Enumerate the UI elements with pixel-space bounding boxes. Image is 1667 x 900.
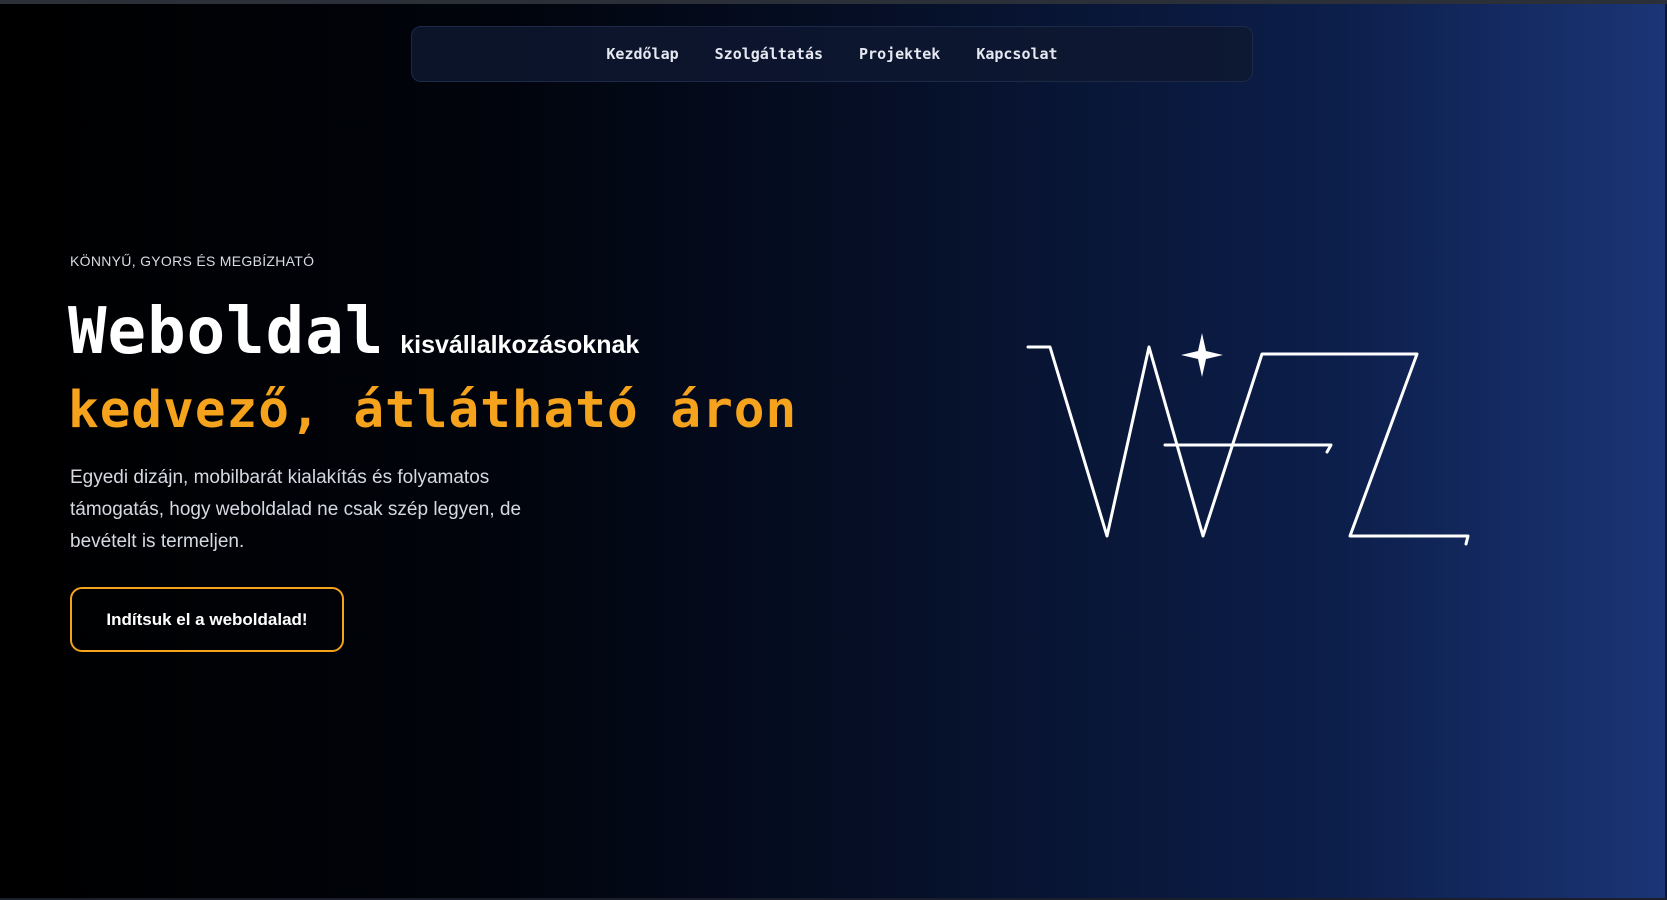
nav-link-services[interactable]: Szolgáltatás [715,45,823,63]
hero-title-sub: kisvállalkozásoknak [400,331,640,359]
logo-f-crossbar [1163,443,1333,454]
hero-headline: Weboldal kisvállalkozásoknak [68,300,639,364]
top-navbar: Kezdőlap Szolgáltatás Projektek Kapcsola… [411,26,1253,82]
window-top-strip [0,0,1667,4]
hero-page: Kezdőlap Szolgáltatás Projektek Kapcsola… [0,0,1667,900]
hero-title-main: Weboldal [68,295,385,369]
hero-eyebrow: KÖNNYŰ, GYORS ÉS MEGBÍZHATÓ [70,253,315,269]
logo-sparkle-star [1181,333,1223,377]
hero-description: Egyedi dizájn, mobilbarát kialakítás és … [70,467,522,552]
cta-start-website-button[interactable]: Indítsuk el a weboldalad! [70,587,344,652]
nav-link-projects[interactable]: Projektek [859,45,940,63]
nav-link-contact[interactable]: Kapcsolat [976,45,1057,63]
wfz-logo-icon [1026,333,1470,546]
hero-title-accent: kedvező, átlátható áron [68,381,798,440]
nav-link-home[interactable]: Kezdőlap [606,45,678,63]
